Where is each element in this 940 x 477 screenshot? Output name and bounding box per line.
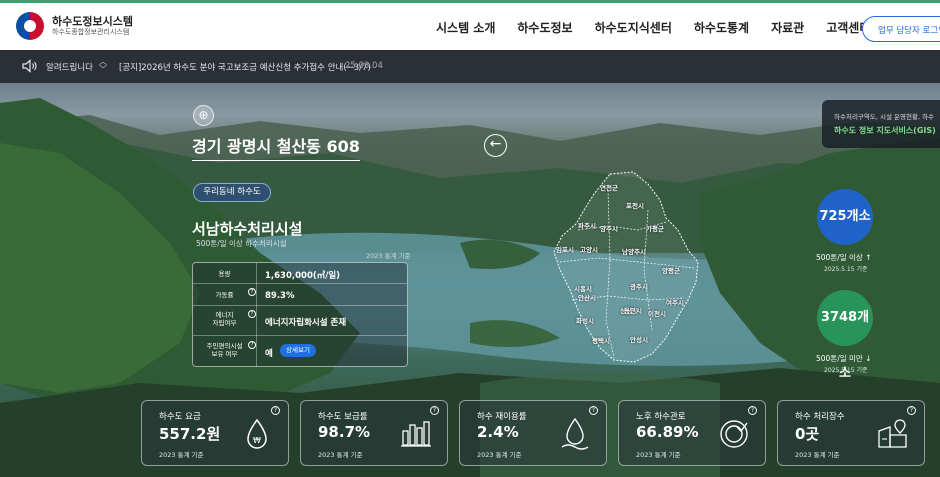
map-region-label[interactable]: 남양주시 bbox=[622, 246, 646, 256]
bar-chart-icon bbox=[401, 421, 431, 447]
speaker-icon bbox=[22, 59, 37, 73]
map-region-label[interactable]: 여주시 bbox=[666, 297, 684, 307]
notice-updown-icon[interactable]: ︿ ﹀ bbox=[99, 58, 107, 74]
nav-knowledge-center[interactable]: 하수도지식센터 bbox=[595, 19, 672, 36]
nav-archive[interactable]: 자료관 bbox=[771, 19, 804, 36]
logo-text: 하수도정보시스템 하수도종합정보관리시스템 bbox=[52, 14, 133, 37]
map-region-label[interactable]: 양주시 bbox=[600, 223, 618, 233]
card-value: 98.7% bbox=[318, 423, 371, 441]
map-region-label[interactable]: 가평군 bbox=[646, 223, 664, 233]
help-icon[interactable]: ? bbox=[907, 406, 916, 415]
stat-card-reuse-rate[interactable]: ? 하수 재이용률 2.4% 2023 통계 기준 bbox=[459, 400, 607, 466]
map-region-label[interactable]: 용인시 bbox=[624, 305, 642, 315]
facility-name: 서남하수처리시설 bbox=[192, 220, 303, 238]
logo-subtitle: 하수도종합정보관리시스템 bbox=[52, 28, 130, 37]
facility-capacity-note: 500톤/일 이상 하수처리시설 bbox=[196, 239, 287, 248]
small-facility-date: 2025.5.15 기준 bbox=[824, 367, 868, 374]
small-facility-count-circle[interactable]: 3748개소 bbox=[817, 290, 873, 381]
info-key: 가동률 bbox=[193, 284, 257, 306]
large-facility-caption: 500톤/일 이상 ↑ bbox=[816, 253, 872, 262]
notice-date: 25.03.04 bbox=[345, 61, 383, 71]
plant-location-icon bbox=[878, 419, 907, 448]
map-region-label[interactable]: 연천군 bbox=[600, 182, 618, 192]
map-region-label[interactable]: 이천시 bbox=[648, 308, 666, 318]
map-region-label[interactable]: 양평군 bbox=[662, 265, 680, 275]
card-value: 557.2원 bbox=[159, 425, 221, 443]
old-pipe-icon bbox=[720, 420, 748, 448]
back-arrow-icon[interactable]: ← bbox=[484, 134, 507, 157]
nav-system-intro[interactable]: 시스템 소개 bbox=[436, 19, 495, 36]
facility-year-note: 2023 통계 기준 bbox=[366, 252, 411, 260]
map-region-label[interactable]: 광주시 bbox=[630, 281, 648, 291]
neighborhood-sewer-pill: 우리동네 하수도 bbox=[193, 183, 271, 202]
info-row-utilization: 가동률 ? 89.3% bbox=[193, 284, 407, 306]
card-title: 하수 처리장수 bbox=[795, 412, 845, 422]
recycle-drop-icon bbox=[561, 417, 589, 450]
help-icon[interactable]: ? bbox=[430, 406, 439, 415]
detail-view-button[interactable]: 상세보기 bbox=[280, 344, 316, 357]
card-year: 2023 통계 기준 bbox=[318, 451, 363, 459]
gyeonggi-region-map: 연천군 포천시 파주시 양주시 가평군 김포시 고양시 남양주시 양평군 광주시… bbox=[548, 170, 718, 370]
notice-bar: 알려드립니다 ︿ ﹀ [공지]2026년 하수도 분야 국고보조금 예산신청 추가… bbox=[0, 50, 940, 83]
gis-service-card[interactable]: 하수처리구역도, 시설 운영현황, 하수 하수도 정보 지도서비스(GIS) bbox=[822, 100, 940, 148]
help-icon[interactable]: ? bbox=[271, 406, 280, 415]
card-value: 66.89% bbox=[636, 423, 699, 441]
large-facility-date: 2025.5.15 기준 bbox=[824, 266, 868, 273]
card-year: 2023 통계 기준 bbox=[477, 451, 522, 459]
map-region-label[interactable]: 평택시 bbox=[592, 335, 610, 345]
gis-service-link[interactable]: 하수도 정보 지도서비스(GIS) bbox=[834, 125, 936, 136]
stat-card-aging-pipes[interactable]: ? 노후 하수관로 66.89% 2023 통계 기준 bbox=[618, 400, 766, 466]
svg-text:₩: ₩ bbox=[253, 436, 261, 445]
large-facility-count-circle[interactable]: 725개소 bbox=[817, 189, 873, 245]
small-facility-caption: 500톤/일 미만 ↓ bbox=[816, 354, 872, 363]
current-location-button[interactable]: ⊕ bbox=[193, 105, 214, 126]
map-region-label[interactable]: 파주시 bbox=[578, 220, 596, 230]
card-title: 노후 하수관로 bbox=[636, 412, 686, 422]
card-year: 2023 통계 기준 bbox=[795, 451, 840, 459]
map-region-label[interactable]: 안성시 bbox=[630, 334, 648, 344]
info-key: 주민편의시설 보유 여부 bbox=[193, 336, 257, 367]
notice-message-link[interactable]: [공지]2026년 하수도 분야 국고보조금 예산신청 추가접수 안내(~3/7… bbox=[119, 61, 371, 73]
map-region-label[interactable]: 안산시 bbox=[578, 292, 596, 302]
info-value: 89.3% bbox=[265, 291, 295, 301]
card-value: 2.4% bbox=[477, 423, 519, 441]
info-key: 에너지 자립여부 bbox=[193, 306, 257, 336]
card-value: 0곳 bbox=[795, 425, 820, 443]
stat-card-treatment-plants[interactable]: ? 하수 처리장수 0곳 2023 통계 기준 bbox=[777, 400, 925, 466]
info-value: 1,630,000(㎥/일) bbox=[265, 271, 341, 281]
stat-card-sewer-fee[interactable]: ? 하수도 요금 557.2원 2023 통계 기준 ₩ bbox=[141, 400, 289, 466]
site-header: 하수도정보시스템 하수도종합정보관리시스템 시스템 소개 하수도정보 하수도지식… bbox=[0, 0, 940, 50]
map-region-label[interactable]: 김포시 bbox=[556, 244, 574, 254]
taegeuk-logo-icon bbox=[16, 12, 44, 40]
card-year: 2023 통계 기준 bbox=[159, 451, 204, 459]
stat-card-supply-rate[interactable]: ? 하수도 보급률 98.7% 2023 통계 기준 bbox=[300, 400, 448, 466]
help-icon[interactable]: ? bbox=[748, 406, 757, 415]
location-title: 경기 광명시 철산동 608 bbox=[192, 133, 360, 161]
gis-description: 하수처리구역도, 시설 운영현황, 하수 bbox=[834, 113, 935, 121]
help-icon[interactable]: ? bbox=[248, 310, 256, 318]
card-year: 2023 통계 기준 bbox=[636, 451, 681, 459]
map-region-label[interactable]: 화성시 bbox=[576, 315, 594, 325]
main-nav: 시스템 소개 하수도정보 하수도지식센터 하수도통계 자료관 고객센터 bbox=[436, 19, 892, 36]
info-row-energy: 에너지 자립여부 ? 에너지자립화시설 존재 bbox=[193, 306, 407, 336]
water-drop-won-icon: ₩ bbox=[247, 418, 267, 449]
card-title: 하수도 보급률 bbox=[318, 412, 368, 422]
card-title: 하수 재이용률 bbox=[477, 412, 527, 422]
info-value: 에너지자립화시설 존재 bbox=[265, 318, 347, 328]
help-icon[interactable]: ? bbox=[589, 406, 598, 415]
map-region-label[interactable]: 포천시 bbox=[626, 200, 644, 210]
staff-login-button[interactable]: 업무 담당자 로그인 bbox=[862, 16, 940, 42]
info-value: 예 bbox=[265, 349, 273, 359]
logo-title: 하수도정보시스템 bbox=[52, 14, 133, 28]
help-icon[interactable]: ? bbox=[248, 341, 256, 349]
map-region-label[interactable]: 고양시 bbox=[580, 244, 598, 254]
info-key: 용량 bbox=[193, 263, 257, 284]
card-title: 하수도 요금 bbox=[159, 412, 201, 422]
help-icon[interactable]: ? bbox=[248, 288, 256, 296]
nav-sewer-info[interactable]: 하수도정보 bbox=[517, 19, 572, 36]
notice-label: 알려드립니다 bbox=[46, 63, 93, 73]
nav-statistics[interactable]: 하수도통계 bbox=[694, 19, 749, 36]
info-row-capacity: 용량 1,630,000(㎥/일) bbox=[193, 263, 407, 284]
site-logo[interactable]: 하수도정보시스템 하수도종합정보관리시스템 bbox=[16, 12, 133, 40]
